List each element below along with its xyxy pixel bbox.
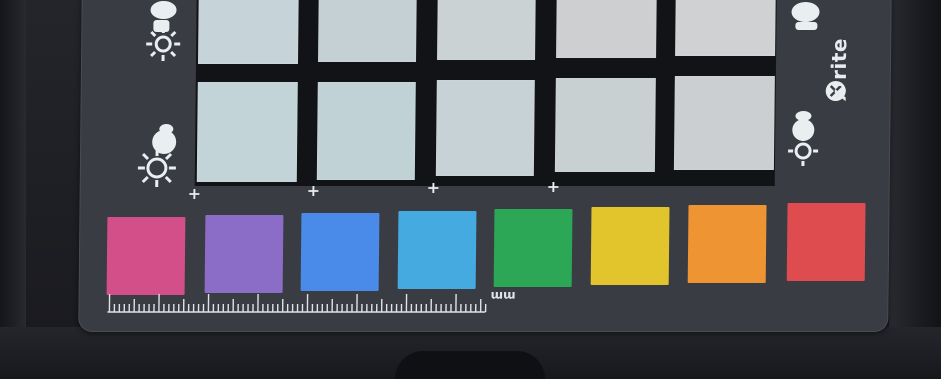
plus-icon: + (187, 184, 202, 203)
top-row-gray-patch (675, 0, 776, 56)
mid-row-gray-patch (673, 76, 775, 170)
color-patch-yellow (590, 207, 670, 285)
top-row-gray-patch (437, 0, 536, 60)
color-checker-card: + + + + x·rite mm (78, 0, 892, 332)
plus-icon: + (426, 178, 441, 197)
color-patch-cyan (397, 211, 477, 289)
mid-row-gray-patch (316, 82, 416, 180)
case-right-edge (889, 0, 941, 379)
color-patch-blue (300, 213, 380, 291)
gray-patch-grid (194, 0, 777, 186)
color-patch-magenta (106, 217, 186, 295)
top-row-gray-patch (318, 0, 417, 62)
mid-row-gray-patch (196, 82, 298, 182)
brand-logo-text: x·rite (826, 38, 852, 102)
plus-icon: + (306, 181, 321, 200)
top-row-gray-patch (556, 0, 657, 58)
color-patch-green (493, 209, 573, 287)
sun-icon (788, 136, 819, 166)
case-notch (395, 351, 545, 379)
mid-row-gray-patch (435, 80, 535, 176)
mid-row-gray-patch (554, 78, 656, 172)
color-patch-orange (687, 205, 767, 283)
ruler-unit-label: mm (490, 289, 516, 303)
photo-scene: + + + + x·rite mm (0, 0, 941, 379)
plus-icon: + (546, 177, 561, 196)
sun-icon (137, 149, 176, 187)
ruler-icon (107, 294, 487, 313)
color-patch-violet (204, 215, 284, 293)
sun-icon (146, 27, 181, 61)
color-patch-red (786, 203, 866, 281)
top-row-gray-patch (197, 0, 299, 64)
subject-icon (791, 2, 820, 30)
case-left-edge (0, 0, 26, 379)
